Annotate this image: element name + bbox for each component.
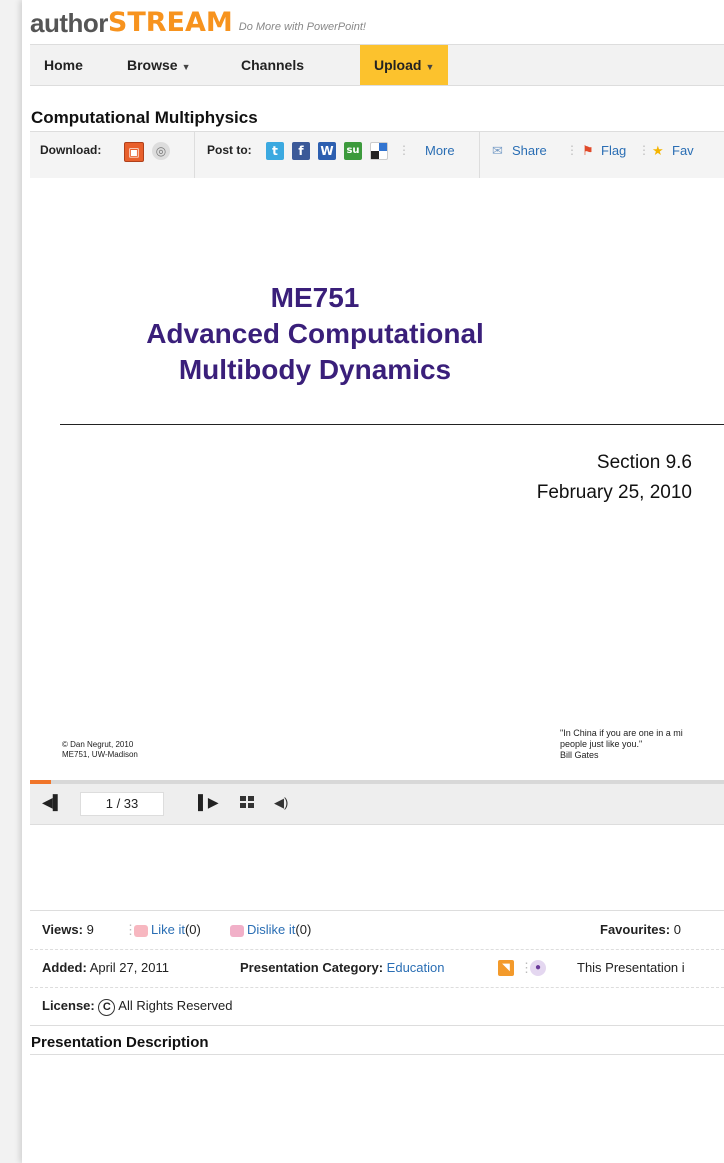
thumbs-up-icon (134, 924, 148, 937)
favourites-value: 0 (673, 922, 681, 937)
flag-link[interactable]: Flag (601, 143, 626, 158)
views-label: Views: (42, 922, 83, 937)
slide-title-line: ME751 (270, 282, 360, 313)
favourites-label: Favourites: (600, 922, 671, 937)
like-count: (0) (184, 922, 201, 937)
slide-section: Section 9.6 (596, 452, 692, 473)
download-label: Download: (40, 143, 102, 157)
slide-subtitle: Section 9.6 February 25, 2010 (537, 448, 692, 508)
category-label: Presentation Category: (240, 960, 384, 975)
like-button[interactable]: Like it(0) (134, 911, 201, 949)
site-logo[interactable]: author STREAM Do More with PowerPoint! (30, 6, 366, 36)
windows-live-icon[interactable]: W (318, 142, 336, 160)
dislike-count: (0) (295, 922, 312, 937)
slide-date: February 25, 2010 (536, 482, 692, 503)
views-value: 9 (86, 922, 94, 937)
separator-dot: ⋮ (398, 143, 410, 157)
added: Added: April 27, 2011 (42, 949, 169, 987)
facebook-icon[interactable]: f (292, 142, 310, 160)
page: author STREAM Do More with PowerPoint! Ho… (22, 0, 724, 1163)
slide-title: ME751 Advanced Computational Multibody D… (30, 280, 600, 388)
nav-home-label: Home (44, 57, 83, 73)
logo-author-text: author (30, 8, 108, 38)
copyright-line: © Dan Negrut, 2010 (62, 740, 134, 749)
nav-home[interactable]: Home (44, 45, 83, 85)
twitter-icon[interactable]: t (266, 142, 284, 160)
favourite-link[interactable]: Fav (672, 143, 694, 158)
copyright-icon: C (98, 999, 116, 1016)
views: Views: 9 (42, 911, 94, 949)
license: License: C All Rights Reserved (42, 987, 232, 1025)
stumbleupon-icon[interactable]: su (344, 142, 362, 160)
nav-channels[interactable]: Channels (241, 45, 304, 85)
slide-divider (60, 424, 724, 425)
more-link[interactable]: More (425, 143, 455, 158)
slide-viewer[interactable]: ME751 Advanced Computational Multibody D… (30, 178, 724, 780)
nav-channels-label: Channels (241, 57, 305, 73)
chevron-down-icon: ▼ (425, 62, 435, 72)
player-controls: ◀▌ 1 / 33 ▌▶ ◀) (30, 784, 724, 825)
stats-license-row: License: C All Rights Reserved (30, 987, 724, 1026)
action-toolbar: Download: ▣ ◎ Post to: t f W su ⋮ More ✉… (30, 131, 724, 179)
quote-line: people just like you." (560, 739, 643, 749)
separator-dot: ⋮ (638, 143, 650, 157)
nav-browse-label: Browse (127, 57, 178, 73)
like-label: Like it (151, 922, 185, 937)
dislike-label: Dislike it (247, 922, 296, 937)
separator-dot: ⋮ (566, 143, 578, 157)
quote-line: "In China if you are one in a mi (560, 728, 683, 738)
slide-copyright: © Dan Negrut, 2010 ME751, UW-Madison (62, 740, 138, 760)
slide-title-line: Multibody Dynamics (178, 354, 452, 385)
stats-added-row: Added: April 27, 2011 Presentation Categ… (30, 949, 724, 988)
delicious-icon[interactable] (370, 142, 388, 160)
download-video-icon[interactable]: ◎ (152, 142, 170, 160)
description-divider (30, 1054, 724, 1055)
envelope-icon[interactable]: ✉ (492, 143, 503, 159)
divider (194, 132, 195, 178)
main-nav: Home Browse ▼ Channels Upload ▼ (30, 44, 724, 86)
favourites: Favourites: 0 (600, 911, 681, 949)
post-to-label: Post to: (207, 143, 252, 157)
nav-browse[interactable]: Browse ▼ (127, 45, 191, 85)
license-value: All Rights Reserved (118, 998, 233, 1013)
slide-title-line: Advanced Computational (146, 318, 484, 349)
chevron-down-icon: ▼ (181, 62, 191, 72)
previous-slide-icon[interactable]: ◀▌ (42, 794, 63, 811)
description-heading: Presentation Description (31, 1034, 209, 1051)
page-indicator[interactable]: 1 / 33 (80, 792, 164, 816)
thumbs-down-icon (230, 924, 244, 937)
category-link[interactable]: Education (387, 960, 445, 975)
nav-upload-label: Upload (374, 57, 422, 73)
download-ppt-icon[interactable]: ▣ (124, 142, 144, 162)
presentation-title: Computational Multiphysics (31, 108, 258, 127)
lightbulb-icon[interactable]: ● (530, 960, 546, 976)
grid-view-icon[interactable] (240, 796, 256, 810)
next-slide-icon[interactable]: ▌▶ (198, 794, 219, 811)
flag-icon[interactable]: ⚑ (582, 143, 594, 159)
stats-views-row: Views: 9 ⋮ Like it(0) Dislike it(0) Favo… (30, 911, 724, 950)
category: Presentation Category: Education (240, 949, 445, 987)
copyright-line: ME751, UW-Madison (62, 750, 138, 759)
star-icon[interactable]: ★ (652, 143, 664, 159)
added-value: April 27, 2011 (89, 960, 169, 975)
presentation-stats: Views: 9 ⋮ Like it(0) Dislike it(0) Favo… (30, 910, 724, 1026)
divider (479, 132, 480, 178)
slide-quote: "In China if you are one in a mi people … (560, 728, 683, 761)
added-label: Added: (42, 960, 87, 975)
dislike-button[interactable]: Dislike it(0) (230, 911, 311, 949)
volume-icon[interactable]: ◀) (274, 795, 288, 811)
presentation-note: This Presentation i (577, 960, 685, 975)
quote-author: Bill Gates (560, 750, 599, 760)
share-link[interactable]: Share (512, 143, 547, 158)
license-label: License: (42, 998, 95, 1013)
rss-icon[interactable]: ◥ (498, 960, 514, 976)
nav-upload[interactable]: Upload ▼ (360, 45, 449, 85)
logo-stream-text: STREAM (107, 7, 233, 38)
logo-tagline: Do More with PowerPoint! (238, 21, 366, 33)
